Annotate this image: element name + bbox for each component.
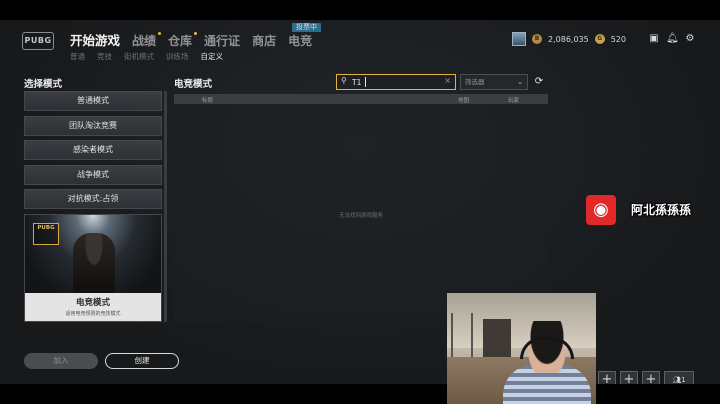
- squad-slots: + + + 👥︎1: [598, 371, 694, 384]
- pubg-invitational-emblem: PUBG: [33, 223, 59, 245]
- column-map[interactable]: 地图: [458, 96, 469, 104]
- subnav-ranked[interactable]: 竞技: [97, 51, 112, 62]
- column-title[interactable]: 标题: [202, 96, 213, 104]
- mail-icon[interactable]: ▣: [648, 33, 660, 45]
- empty-message: 无法找到游戏服务: [338, 213, 383, 219]
- subnav-training[interactable]: 训练场: [166, 51, 189, 62]
- mode-infection[interactable]: 感染者模式: [24, 140, 162, 160]
- create-button[interactable]: 创建: [105, 353, 179, 369]
- filter-dropdown[interactable]: 筛选器 ⌄: [460, 74, 528, 90]
- add-teammate-button[interactable]: +: [598, 371, 616, 384]
- g-coin-icon: G: [594, 34, 605, 44]
- nav-inventory[interactable]: 仓库: [168, 32, 198, 49]
- bp-amount: 2,086,035: [548, 34, 589, 44]
- esports-mode-card[interactable]: PUBG 电竞模式 适用电竞规则的竞技模式: [24, 214, 162, 322]
- nav-esports[interactable]: 电竞: [288, 32, 312, 49]
- main-title: 电竞模式: [174, 79, 213, 90]
- pubg-logo[interactable]: PUBG: [22, 32, 54, 50]
- mode-normal[interactable]: 普通模式: [24, 91, 162, 111]
- select-mode-title: 选择模式: [24, 79, 63, 90]
- add-teammate-button[interactable]: +: [642, 371, 660, 384]
- nav-play[interactable]: 开始游戏: [70, 30, 120, 49]
- voting-badge: 投票中: [292, 23, 321, 32]
- squad-count-button[interactable]: 👥︎1: [664, 371, 694, 384]
- join-button[interactable]: 加入: [24, 353, 98, 369]
- top-right-bar: B 2,086,035 G 520 ▣ 🔔︎ ⚙: [512, 32, 696, 46]
- cam-door: [483, 319, 511, 357]
- mode-list: 普通模式 团队淘汰竞赛 感染者模式 战争模式 对抗模式:占领: [24, 91, 162, 214]
- avatar-icon[interactable]: [512, 32, 526, 46]
- mode-team-deathmatch[interactable]: 团队淘汰竞赛: [24, 115, 162, 136]
- mode-conquest[interactable]: 对抗模式:占领: [24, 189, 162, 209]
- search-box[interactable]: ⚲ ×: [336, 74, 456, 90]
- webcam-overlay: [447, 293, 596, 404]
- filter-placeholder: 筛选器: [465, 78, 485, 86]
- subnav-custom[interactable]: 自定义: [201, 51, 224, 62]
- main-nav: 开始游戏 战绩 仓库 通行证 商店 电竞: [70, 30, 312, 49]
- server-list: 无法找到游戏服务: [174, 105, 548, 322]
- nav-career-label: 战绩: [132, 34, 157, 48]
- card-description: 适用电竞规则的竞技模式: [65, 311, 121, 317]
- nav-pass[interactable]: 通行证: [204, 32, 240, 49]
- squad-count: 1: [681, 376, 686, 384]
- card-footer: 电竞模式 适用电竞规则的竞技模式: [25, 293, 161, 321]
- netease-music-icon: ◉: [586, 195, 616, 225]
- cam-railing: [451, 313, 473, 358]
- table-header: 标题 地图 玩家: [174, 94, 548, 104]
- subnav-normal[interactable]: 普通: [70, 51, 85, 62]
- nav-store[interactable]: 商店: [252, 32, 276, 49]
- people-icon: 👥︎: [672, 376, 682, 384]
- column-players[interactable]: 玩家: [508, 96, 519, 104]
- clear-icon[interactable]: ×: [444, 76, 451, 85]
- add-teammate-button[interactable]: +: [620, 371, 638, 384]
- gear-icon[interactable]: ⚙: [684, 33, 696, 45]
- g-amount: 520: [610, 34, 626, 44]
- mode-war[interactable]: 战争模式: [24, 164, 162, 185]
- mode-list-scrollbar[interactable]: [164, 91, 167, 322]
- nav-career[interactable]: 战绩: [132, 32, 162, 49]
- chevron-down-icon: ⌄: [517, 78, 523, 86]
- game-screen: PUBG 开始游戏 战绩 仓库 通行证 商店 电竞 投票中 普通 竞技 街机模式…: [0, 20, 720, 384]
- streamer-name: 阿北孫孫孫: [631, 203, 692, 217]
- bp-coin-icon: B: [532, 34, 542, 44]
- sub-nav: 普通 竞技 街机模式 训练场 自定义: [70, 51, 223, 62]
- notification-dot: [194, 32, 198, 35]
- search-icon: ⚲: [341, 76, 347, 85]
- notification-dot: [158, 32, 162, 35]
- subnav-arcade[interactable]: 街机模式: [124, 51, 154, 62]
- character-figure: [73, 233, 115, 295]
- nav-inventory-label: 仓库: [168, 34, 193, 48]
- card-title: 电竞模式: [75, 298, 110, 308]
- bell-icon[interactable]: 🔔︎: [666, 33, 679, 45]
- text-caret: [365, 77, 366, 87]
- refresh-icon[interactable]: ⟳: [532, 75, 546, 89]
